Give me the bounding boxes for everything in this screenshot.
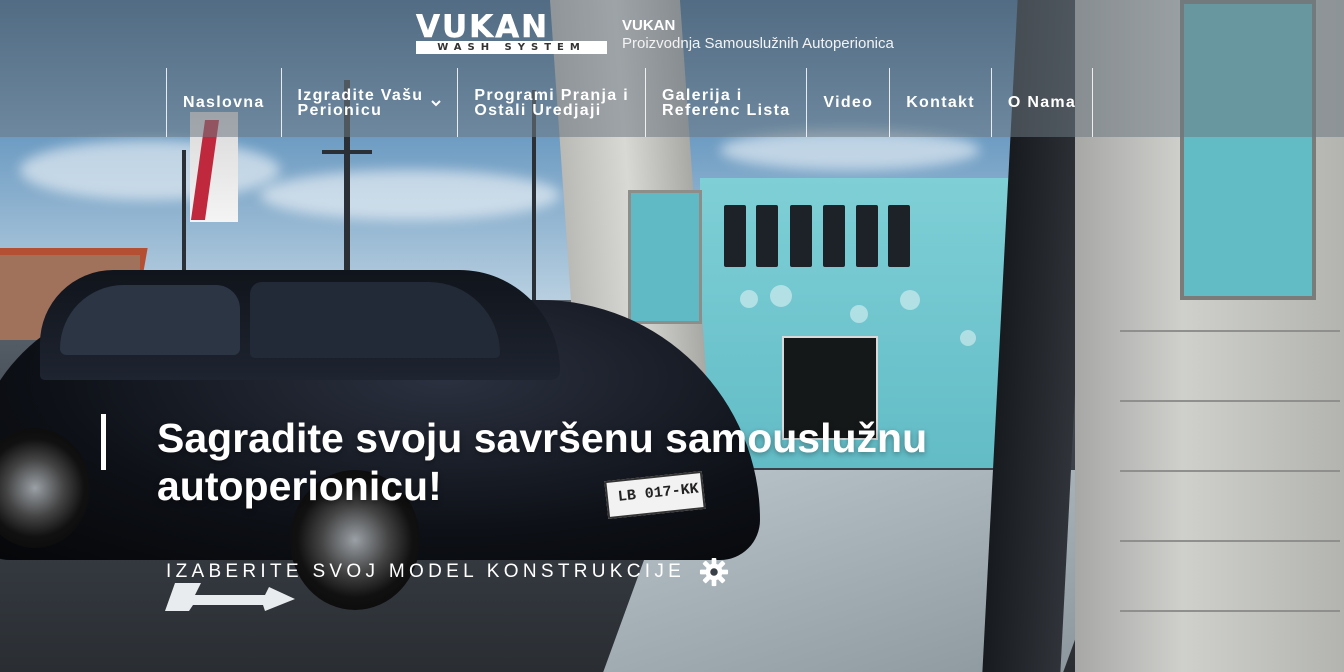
site-title: VUKAN (622, 17, 676, 34)
nav-item-galerija[interactable]: Galerija i Referenc Lista (644, 68, 806, 137)
nav-item-kontakt[interactable]: Kontakt (889, 68, 991, 137)
panel-seam (1120, 330, 1340, 332)
hero-heading-line1: Sagradite svoju savršenu samouslužnu (157, 415, 928, 461)
nav-item-izgradite-vasu-perionicu[interactable]: Izgradite Vašu Perionicu (280, 68, 458, 137)
cloud (260, 170, 560, 220)
control-box (628, 190, 702, 324)
main-navigation: Naslovna Izgradite Vašu Perionicu Progra… (166, 68, 1094, 137)
bubble (740, 290, 758, 308)
hero-accent-bar (101, 414, 106, 470)
gear-icon (700, 557, 729, 587)
car-window (250, 282, 500, 358)
program-sign (856, 205, 878, 267)
nav-label: Kontakt (906, 94, 975, 111)
pole (182, 150, 186, 275)
car-window (60, 285, 240, 355)
panel-seam (1120, 470, 1340, 472)
bubble (770, 285, 792, 307)
logo-subtitle: WASH SYSTEM (416, 41, 607, 54)
program-sign (756, 205, 778, 267)
power-tower-arm (322, 150, 372, 154)
program-sign (790, 205, 812, 267)
nav-item-naslovna[interactable]: Naslovna (166, 68, 281, 137)
nav-label: O Nama (1007, 94, 1077, 111)
cloud (20, 140, 280, 200)
nav-label: Izgradite Vašu Perionicu (297, 86, 424, 119)
chevron-down-icon (431, 99, 442, 106)
program-sign (888, 205, 910, 267)
logo-wordmark: VUKAN (416, 9, 550, 46)
road-arrow-marking (165, 583, 295, 611)
nav-label: Galerija i Referenc Lista (661, 86, 791, 119)
bubble (960, 330, 976, 346)
nav-item-programi-pranja[interactable]: Programi Pranja i Ostali Uredjaji (457, 68, 645, 137)
choose-model-link[interactable]: IZABERITE SVOJ MODEL KONSTRUKCIJE (166, 557, 729, 587)
nav-label: Programi Pranja i Ostali Uredjaji (474, 86, 629, 119)
nav-item-o-nama[interactable]: O Nama (990, 68, 1094, 137)
choose-model-label: IZABERITE SVOJ MODEL KONSTRUKCIJE (166, 561, 686, 582)
bubble (900, 290, 920, 310)
bubble (850, 305, 868, 323)
hero-heading: Sagradite svoju savršenu samouslužnu aut… (157, 414, 1057, 510)
program-sign (823, 205, 845, 267)
nav-label: Video (823, 94, 874, 111)
panel-seam (1120, 610, 1340, 612)
panel-seam (1120, 540, 1340, 542)
nav-item-video[interactable]: Video (806, 68, 889, 137)
site-tagline: Proizvodnja Samouslužnih Autoperionica (622, 35, 894, 52)
nav-label: Naslovna (183, 94, 265, 111)
site-logo[interactable]: VUKAN WASH SYSTEM (416, 9, 607, 54)
hero-heading-line2: autoperionicu! (157, 463, 442, 509)
panel-seam (1120, 400, 1340, 402)
program-sign (724, 205, 746, 267)
